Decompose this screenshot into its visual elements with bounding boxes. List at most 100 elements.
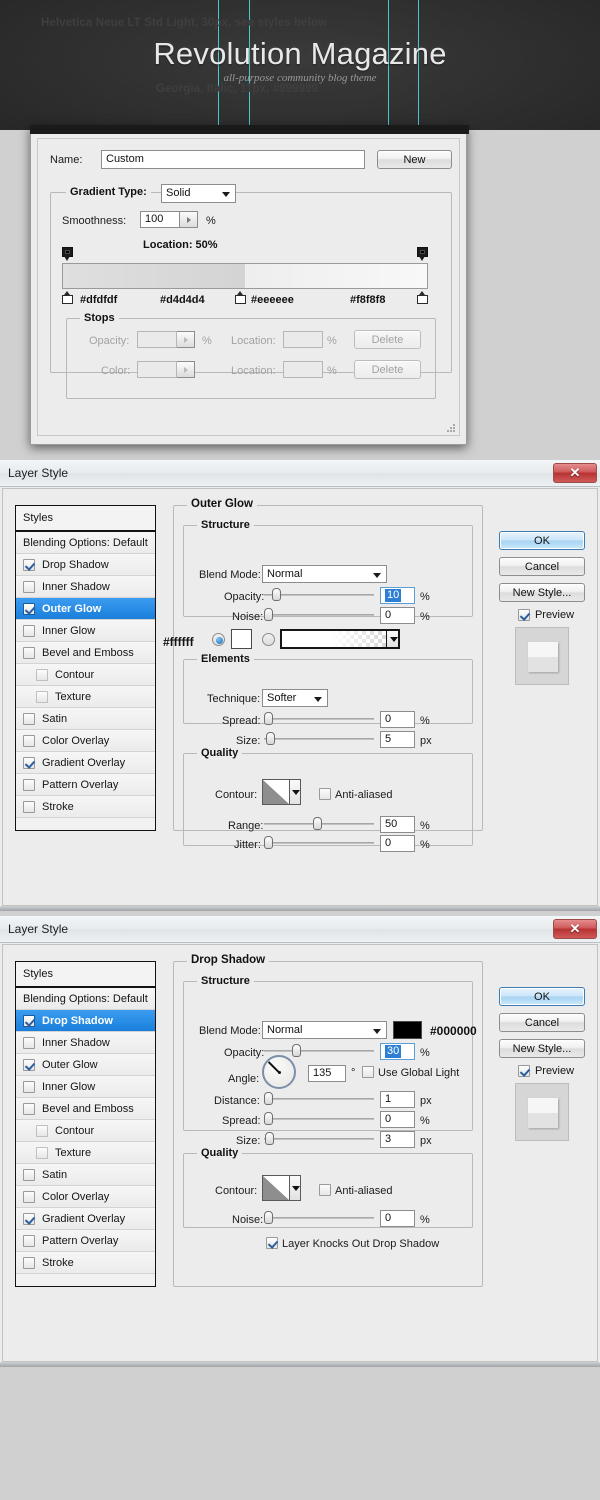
stroke-checkbox[interactable] [23,800,35,813]
styles-item-pattern-overlay[interactable]: Pattern Overlay [16,1230,155,1252]
styles-item-contour[interactable]: Contour [16,1120,155,1142]
inner-glow-checkbox[interactable] [23,1080,35,1093]
outerglow-anti-aliased-checkbox[interactable] [319,788,331,800]
gradient-overlay-checkbox[interactable] [23,1212,35,1225]
gradient-name-input[interactable]: Custom [101,150,365,169]
styles-item-inner-glow[interactable]: Inner Glow [16,1076,155,1098]
outerglow-contour-picker[interactable] [262,779,301,805]
dropshadow-angle-input[interactable]: 135 [308,1065,346,1082]
shadow-color-swatch[interactable] [393,1021,422,1039]
pattern-overlay-checkbox[interactable] [23,778,35,791]
styles-item-color-overlay[interactable]: Color Overlay [16,1186,155,1208]
cancel-button[interactable]: Cancel [499,1013,585,1032]
satin-checkbox[interactable] [23,1168,35,1181]
stop-opacity-stepper[interactable] [177,331,195,348]
contour-checkbox[interactable] [36,668,48,681]
resize-grip[interactable] [445,422,455,432]
styles-item-bevel-and-emboss[interactable]: Bevel and Emboss [16,642,155,664]
dropshadow-distance-input[interactable]: 1 [380,1091,415,1108]
glow-gradient-picker[interactable] [280,629,400,649]
styles-item-inner-shadow[interactable]: Inner Shadow [16,576,155,598]
styles-item-pattern-overlay[interactable]: Pattern Overlay [16,774,155,796]
drop-shadow-checkbox[interactable] [23,1014,35,1027]
opacity-stop-start[interactable] [62,247,73,261]
outerglow-blend-mode-select[interactable]: Normal [262,565,387,583]
dropshadow-titlebar[interactable]: Layer Style ✕ [0,916,600,943]
ok-button[interactable]: OK [499,531,585,550]
dropshadow-spread-input[interactable]: 0 [380,1111,415,1128]
styles-item-stroke[interactable]: Stroke [16,1252,155,1274]
stop-opacity-location-input[interactable] [283,331,323,348]
gradient-preview-bar[interactable] [62,263,428,289]
ok-button[interactable]: OK [499,987,585,1006]
layer-knocks-out-checkbox[interactable] [266,1237,278,1249]
outerglow-opacity-input[interactable]: 10 [380,587,415,604]
dropshadow-noise-slider[interactable] [264,1211,374,1225]
styles-item-texture[interactable]: Texture [16,686,155,708]
styles-item-outer-glow[interactable]: Outer Glow [16,598,155,620]
angle-dial[interactable] [262,1055,296,1089]
chevron-down-icon[interactable] [290,1175,301,1201]
bevel-emboss-checkbox[interactable] [23,1102,35,1115]
cancel-button[interactable]: Cancel [499,557,585,576]
stop-color-location-input[interactable] [283,361,323,378]
texture-checkbox[interactable] [36,1146,48,1159]
dropshadow-spread-slider[interactable] [264,1112,374,1126]
stop-color-picker-arrow[interactable] [177,361,195,378]
styles-item-inner-shadow[interactable]: Inner Shadow [16,1032,155,1054]
styles-item-gradient-overlay[interactable]: Gradient Overlay [16,752,155,774]
outerglow-size-input[interactable]: 5 [380,731,415,748]
styles-item-outer-glow[interactable]: Outer Glow [16,1054,155,1076]
outerglow-noise-slider[interactable] [264,608,374,622]
styles-item-blending-options[interactable]: Blending Options: Default [16,988,155,1010]
styles-item-stroke[interactable]: Stroke [16,796,155,818]
color-stop-0[interactable] [62,291,73,304]
styles-item-gradient-overlay[interactable]: Gradient Overlay [16,1208,155,1230]
inner-glow-checkbox[interactable] [23,624,35,637]
outerglow-jitter-slider[interactable] [264,836,374,850]
styles-item-inner-glow[interactable]: Inner Glow [16,620,155,642]
glow-gradient-radio[interactable] [262,633,275,646]
use-global-light-checkbox[interactable] [362,1066,374,1078]
outer-glow-checkbox[interactable] [23,1058,35,1071]
stop-color-swatch[interactable] [137,361,177,378]
bevel-emboss-checkbox[interactable] [23,646,35,659]
outerglow-spread-input[interactable]: 0 [380,711,415,728]
outerglow-noise-input[interactable]: 0 [380,607,415,624]
outerglow-size-slider[interactable] [264,732,374,746]
gradient-type-select[interactable]: Solid [161,184,236,203]
delete-color-stop-button[interactable]: Delete [354,360,421,379]
outerglow-spread-slider[interactable] [264,712,374,726]
new-style-button[interactable]: New Style... [499,583,585,602]
satin-checkbox[interactable] [23,712,35,725]
outerglow-opacity-slider[interactable] [264,588,374,602]
dropshadow-size-slider[interactable] [264,1132,374,1146]
styles-item-satin[interactable]: Satin [16,708,155,730]
stop-opacity-input[interactable] [137,331,177,348]
preview-checkbox[interactable] [517,609,530,621]
new-gradient-button[interactable]: New [377,150,452,169]
styles-item-blending-options[interactable]: Blending Options: Default [16,532,155,554]
dropshadow-blend-mode-select[interactable]: Normal [262,1021,387,1039]
drop-shadow-checkbox[interactable] [23,558,35,571]
pattern-overlay-checkbox[interactable] [23,1234,35,1247]
outer-glow-checkbox[interactable] [23,602,35,615]
color-stop-1[interactable] [235,291,246,304]
glow-color-swatch[interactable] [231,629,252,649]
chevron-down-icon[interactable] [386,631,398,647]
styles-item-contour[interactable]: Contour [16,664,155,686]
color-stop-2[interactable] [417,291,428,304]
texture-checkbox[interactable] [36,690,48,703]
styles-list[interactable]: Styles Blending Options: Default Drop Sh… [15,961,156,1287]
color-overlay-checkbox[interactable] [23,1190,35,1203]
styles-item-color-overlay[interactable]: Color Overlay [16,730,155,752]
dropshadow-opacity-input[interactable]: 30 [380,1043,415,1060]
styles-item-drop-shadow[interactable]: Drop Shadow [16,1010,155,1032]
inner-shadow-checkbox[interactable] [23,580,35,593]
gradient-overlay-checkbox[interactable] [23,756,35,769]
preview-toggle[interactable]: Preview [507,1065,585,1077]
dropshadow-size-input[interactable]: 3 [380,1131,415,1148]
outerglow-technique-select[interactable]: Softer [262,689,328,707]
close-icon[interactable]: ✕ [553,463,597,483]
styles-item-bevel-and-emboss[interactable]: Bevel and Emboss [16,1098,155,1120]
